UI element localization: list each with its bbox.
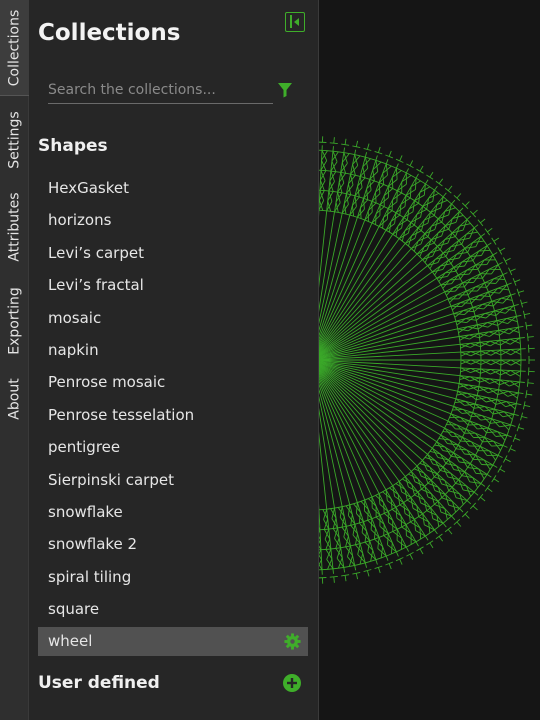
- list-item[interactable]: snowflake 2: [38, 528, 308, 560]
- list-item-label: Levi’s carpet: [48, 243, 144, 262]
- tab-settings-label: Settings: [6, 111, 23, 169]
- tab-about[interactable]: About: [0, 370, 29, 428]
- list-item[interactable]: square: [38, 593, 308, 625]
- tab-about-label: About: [6, 378, 23, 420]
- list-item[interactable]: horizons: [38, 204, 308, 236]
- list-item[interactable]: Penrose tesselation: [38, 399, 308, 431]
- list-item[interactable]: napkin: [38, 334, 308, 366]
- drawing-canvas[interactable]: [319, 0, 540, 720]
- tab-collections-label: Collections: [6, 9, 23, 87]
- collections-panel: Collections Shapes HexGasket horizons Levi…: [29, 0, 319, 720]
- tab-attributes-label: Attributes: [6, 192, 23, 262]
- search-input[interactable]: [48, 76, 273, 104]
- section-user-defined-heading: User defined: [38, 673, 160, 693]
- list-item-label: horizons: [48, 211, 112, 230]
- tab-attributes[interactable]: Attributes: [0, 184, 29, 270]
- list-item-label: Penrose mosaic: [48, 373, 166, 392]
- tab-exporting[interactable]: Exporting: [0, 278, 29, 364]
- collapse-panel-icon[interactable]: [285, 12, 305, 32]
- list-item[interactable]: Levi’s fractal: [38, 269, 308, 301]
- gear-icon[interactable]: [284, 633, 301, 650]
- list-item-label: napkin: [48, 340, 99, 359]
- list-item-label: Levi’s fractal: [48, 276, 144, 295]
- list-item-label: HexGasket: [48, 179, 130, 197]
- list-item[interactable]: pentigree: [38, 431, 308, 463]
- list-item[interactable]: Penrose mosaic: [38, 366, 308, 398]
- add-circle-icon[interactable]: [282, 673, 302, 693]
- list-item[interactable]: snowflake: [38, 496, 308, 528]
- list-item-label: mosaic: [48, 308, 102, 327]
- tab-collections[interactable]: Collections: [0, 0, 29, 96]
- list-item[interactable]: mosaic: [38, 302, 308, 334]
- list-item-label: spiral tiling: [48, 567, 132, 586]
- vertical-tab-bar: Collections Settings Attributes Exportin…: [0, 0, 29, 720]
- section-shapes-heading: Shapes: [38, 136, 108, 156]
- list-item[interactable]: Sierpinski carpet: [38, 464, 308, 496]
- list-item[interactable]: Levi’s carpet: [38, 237, 308, 269]
- list-item-label: wheel: [48, 632, 93, 651]
- list-item-label: pentigree: [48, 438, 121, 457]
- list-item-label: Penrose tesselation: [48, 405, 195, 424]
- list-item[interactable]: HexGasket: [38, 172, 308, 204]
- list-item-label: snowflake 2: [48, 535, 138, 554]
- panel-title: Collections: [38, 20, 181, 46]
- list-item[interactable]: spiral tiling: [38, 561, 308, 593]
- list-item-label: square: [48, 600, 100, 619]
- wheel-drawing: [319, 136, 535, 584]
- filter-icon[interactable]: [277, 82, 293, 98]
- shape-list: HexGasket horizons Levi’s carpet Levi’s fra…: [38, 172, 308, 657]
- tab-settings[interactable]: Settings: [0, 104, 29, 176]
- list-item-label: snowflake: [48, 502, 123, 521]
- tab-exporting-label: Exporting: [6, 287, 23, 355]
- list-item[interactable]: wheel: [38, 627, 308, 657]
- list-item-label: Sierpinski carpet: [48, 470, 174, 489]
